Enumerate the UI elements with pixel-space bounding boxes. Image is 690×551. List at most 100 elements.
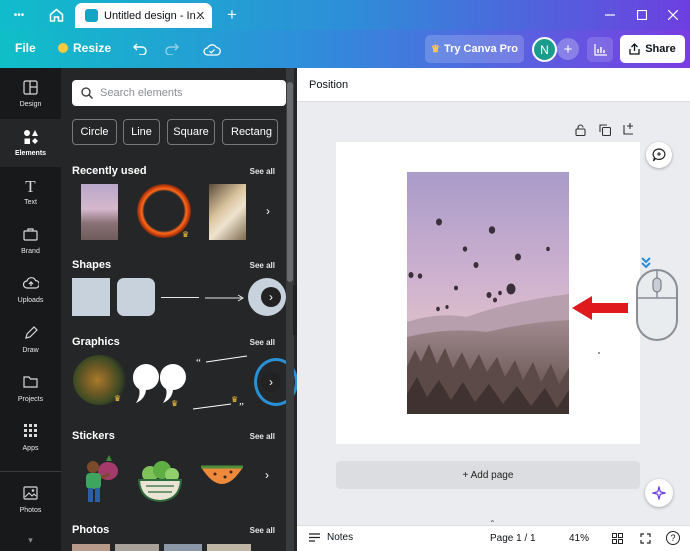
comment-icon[interactable] xyxy=(646,142,672,168)
notes-button[interactable]: Notes xyxy=(308,532,353,543)
graphic-quote-marks[interactable]: ♛ xyxy=(131,361,187,408)
crown-icon xyxy=(58,43,68,53)
rail-item-text[interactable]: T Text xyxy=(0,168,61,216)
duplicate-page-icon[interactable] xyxy=(599,123,612,137)
page-indicator[interactable]: Page 1 / 1 xyxy=(490,533,536,544)
search-placeholder: Search elements xyxy=(100,87,183,99)
minimize-icon[interactable] xyxy=(602,7,618,23)
photo-thumb[interactable] xyxy=(164,544,202,551)
photo-thumb[interactable] xyxy=(72,544,110,551)
redo-icon[interactable] xyxy=(162,39,182,59)
search-icon xyxy=(81,87,93,99)
projects-icon xyxy=(23,375,38,393)
canvas-area: Position + Add page Notes ⌃ Page 1 / 1 4… xyxy=(297,68,690,551)
search-input[interactable]: Search elements xyxy=(72,80,286,106)
sticker-watermelon[interactable] xyxy=(199,463,245,493)
resize-label: Resize xyxy=(73,41,112,55)
see-all-photos[interactable]: See all xyxy=(250,526,275,535)
pro-crown-icon: ♛ xyxy=(171,399,179,408)
try-canva-pro-button[interactable]: ♛ Try Canva Pro xyxy=(425,35,524,63)
share-label: Share xyxy=(645,43,676,55)
rail-item-apps[interactable]: Apps xyxy=(0,414,61,462)
photo-thumb[interactable] xyxy=(207,544,251,551)
notes-label: Notes xyxy=(327,532,354,543)
tab-close-icon[interactable]: ✕ xyxy=(196,9,205,22)
shape-line[interactable] xyxy=(161,297,199,298)
more-menu-icon[interactable]: ••• xyxy=(8,8,30,22)
shape-rounded-square[interactable] xyxy=(117,278,155,316)
draw-icon xyxy=(24,326,38,344)
sticker-person-vegetable[interactable] xyxy=(78,455,122,505)
rail-item-projects[interactable]: Projects xyxy=(0,365,61,413)
rail-label-elements: Elements xyxy=(14,150,47,157)
add-page-icon[interactable] xyxy=(623,122,635,135)
rail-item-design[interactable]: Design xyxy=(0,70,61,118)
sticker-salad-bowl[interactable] xyxy=(136,460,184,504)
rail-item-uploads[interactable]: Uploads xyxy=(0,266,61,314)
shapes-scroll-right-icon[interactable]: › xyxy=(261,287,281,307)
maximize-icon[interactable] xyxy=(634,7,650,23)
design-page[interactable] xyxy=(336,142,640,444)
section-title-recently-used: Recently used xyxy=(72,165,147,177)
graphic-quote-lines[interactable]: “ ” ♛ xyxy=(191,353,249,413)
cloud-save-icon[interactable] xyxy=(201,39,223,59)
new-tab-button[interactable]: + xyxy=(222,5,242,25)
rail-scroll-down-icon[interactable]: ▾ xyxy=(0,530,61,550)
pro-crown-icon: ♛ xyxy=(231,395,239,404)
see-all-shapes[interactable]: See all xyxy=(250,261,275,270)
share-button[interactable]: Share xyxy=(620,35,685,63)
title-bar: ••• Untitled design - In... ✕ + xyxy=(0,0,690,30)
grid-view-icon[interactable] xyxy=(612,533,624,545)
close-window-icon[interactable] xyxy=(665,7,681,23)
zoom-level[interactable]: 41% xyxy=(569,533,589,544)
see-all-stickers[interactable]: See all xyxy=(250,432,275,441)
see-all-recently-used[interactable]: See all xyxy=(250,167,275,176)
recent-scroll-right-icon[interactable]: › xyxy=(266,204,278,220)
rail-item-photos[interactable]: Photos xyxy=(0,476,61,524)
chip-rectangle[interactable]: Rectang xyxy=(222,119,278,145)
photo-thumb[interactable] xyxy=(115,544,159,551)
magic-assistant-icon[interactable] xyxy=(645,479,673,507)
rail-label-projects: Projects xyxy=(17,396,44,403)
recent-balloon-photo[interactable] xyxy=(81,184,118,240)
stickers-scroll-right-icon[interactable]: › xyxy=(265,468,277,484)
insights-chart-icon[interactable] xyxy=(587,37,613,62)
editor-toolbar: File Resize ♛ Try Canva Pro N + Share xyxy=(0,30,690,68)
recent-fire-ring[interactable]: ♛ xyxy=(137,184,191,239)
rail-item-brand[interactable]: Brand xyxy=(0,217,61,265)
fullscreen-icon[interactable] xyxy=(640,533,652,545)
resize-button[interactable]: Resize xyxy=(58,41,111,55)
avatar[interactable]: N xyxy=(532,37,557,62)
pages-collapse-icon[interactable]: ⌃ xyxy=(489,519,499,528)
tab-document[interactable]: Untitled design - In... ✕ xyxy=(75,3,212,28)
rail-item-draw[interactable]: Draw xyxy=(0,316,61,364)
balloon-landscape-image[interactable] xyxy=(407,172,569,414)
rail-label-brand: Brand xyxy=(21,248,40,255)
shape-square[interactable] xyxy=(72,278,110,316)
section-title-photos: Photos xyxy=(72,524,110,536)
add-collaborator-button[interactable]: + xyxy=(557,38,579,60)
canva-tab-icon xyxy=(85,9,98,22)
graphic-blur-blob[interactable]: ♛ xyxy=(73,355,127,405)
chip-line[interactable]: Line xyxy=(123,119,160,145)
recent-woman-photo[interactable] xyxy=(209,184,246,240)
chip-square[interactable]: Square xyxy=(167,119,215,145)
position-button[interactable]: Position xyxy=(309,79,348,91)
file-menu-button[interactable]: File xyxy=(15,41,36,55)
shape-arrow-line[interactable] xyxy=(205,291,245,303)
design-icon xyxy=(23,80,38,98)
chip-circle[interactable]: Circle xyxy=(72,119,117,145)
rail-item-elements[interactable]: Elements xyxy=(0,119,61,167)
see-all-graphics[interactable]: See all xyxy=(250,338,275,347)
add-page-button[interactable]: + Add page xyxy=(336,461,640,489)
home-icon[interactable] xyxy=(46,6,66,24)
panel-scrollbar-thumb[interactable] xyxy=(287,82,293,282)
rail-label-photos: Photos xyxy=(19,507,42,514)
graphics-scroll-right-icon[interactable]: › xyxy=(261,372,281,392)
pro-crown-icon: ♛ xyxy=(113,394,121,403)
help-icon[interactable]: ? xyxy=(666,531,680,545)
lock-icon[interactable] xyxy=(575,123,587,137)
rail-label-design: Design xyxy=(19,101,42,108)
rail-label-text: Text xyxy=(24,199,37,206)
undo-icon[interactable] xyxy=(130,39,150,59)
